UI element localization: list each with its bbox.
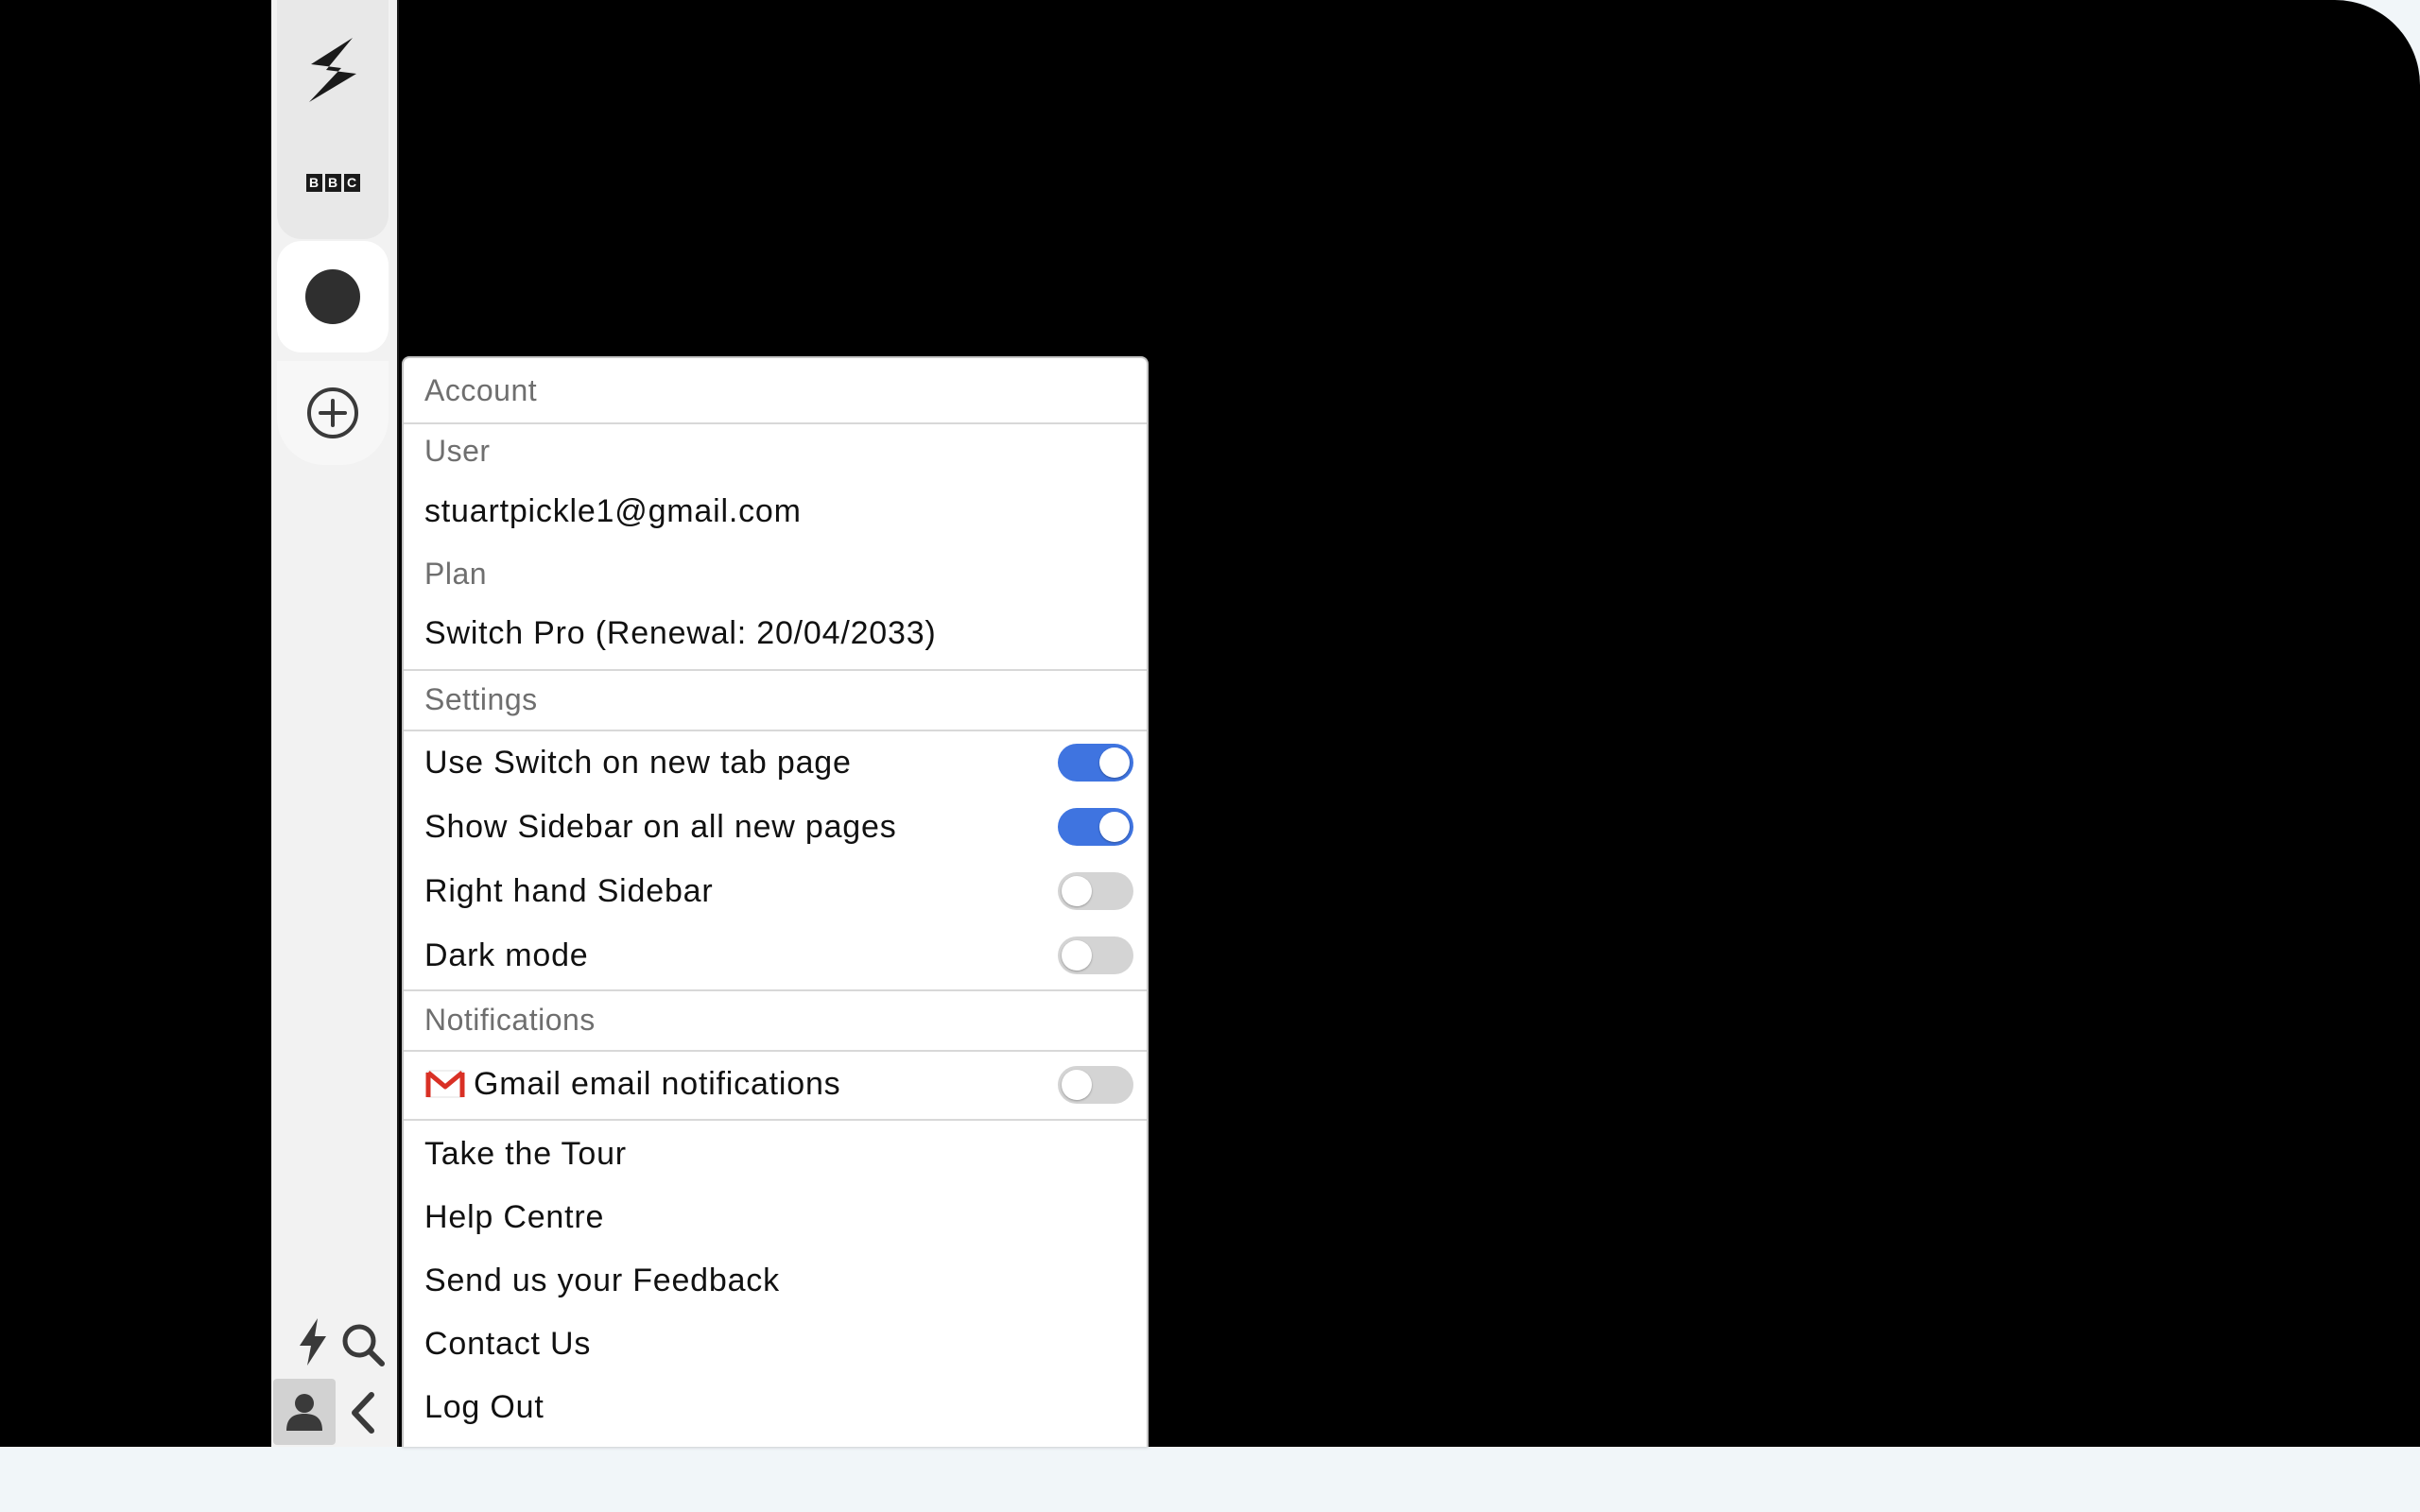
setting-dark-mode-label: Dark mode bbox=[424, 936, 589, 973]
plan-label: Plan bbox=[424, 556, 488, 591]
sidebar-app-bbc[interactable]: B B C bbox=[277, 140, 389, 225]
setting-new-tab-toggle[interactable] bbox=[1058, 744, 1133, 782]
sidebar-app-switch[interactable] bbox=[277, 23, 389, 117]
setting-new-tab-label: Use Switch on new tab page bbox=[424, 744, 852, 781]
sidebar-active-tab[interactable] bbox=[277, 241, 389, 352]
user-label: User bbox=[424, 433, 491, 468]
contact-us-link[interactable]: Contact Us bbox=[404, 1318, 1147, 1369]
toggle-knob bbox=[1062, 876, 1092, 906]
gmail-notifications-label: Gmail email notifications bbox=[474, 1065, 841, 1102]
setting-sidebar-all-pages-toggle[interactable] bbox=[1058, 808, 1133, 846]
notifications-header: Notifications bbox=[424, 1002, 596, 1037]
toggle-knob bbox=[1099, 812, 1130, 842]
setting-dark-mode-toggle[interactable] bbox=[1058, 936, 1133, 974]
app-group: B B C bbox=[277, 0, 389, 239]
user-icon bbox=[286, 1394, 322, 1431]
setting-sidebar-all-pages-label: Show Sidebar on all new pages bbox=[424, 808, 897, 845]
toggle-knob bbox=[1062, 1070, 1092, 1100]
log-out-link[interactable]: Log Out bbox=[404, 1382, 1147, 1433]
bbc-letter: C bbox=[343, 173, 360, 192]
divider bbox=[404, 422, 1147, 424]
sidebar: B B C bbox=[271, 0, 399, 1447]
account-menu: Account User stuartpickle1@gmail.com Pla… bbox=[402, 356, 1149, 1447]
toggle-knob bbox=[1062, 940, 1092, 971]
divider bbox=[404, 989, 1147, 991]
account-button[interactable] bbox=[273, 1379, 336, 1445]
take-tour-link[interactable]: Take the Tour bbox=[404, 1128, 1147, 1179]
add-app-button[interactable] bbox=[277, 361, 389, 465]
feedback-link[interactable]: Send us your Feedback bbox=[404, 1255, 1147, 1306]
search-icon bbox=[342, 1324, 385, 1366]
collapse-sidebar-button[interactable] bbox=[339, 1385, 387, 1440]
divider bbox=[404, 1050, 1147, 1052]
gmail-notifications-toggle[interactable] bbox=[1058, 1066, 1133, 1104]
gmail-notifications-row: Gmail email notifications bbox=[404, 1060, 1147, 1108]
switch-logo-icon bbox=[309, 38, 356, 102]
help-centre-link[interactable]: Help Centre bbox=[404, 1192, 1147, 1243]
toggle-knob bbox=[1099, 747, 1130, 778]
bbc-letter: B bbox=[305, 173, 322, 192]
divider bbox=[404, 1119, 1147, 1121]
user-email: stuartpickle1@gmail.com bbox=[424, 492, 802, 529]
chevron-left-icon bbox=[352, 1392, 374, 1434]
dark-dot-icon bbox=[305, 269, 360, 324]
divider bbox=[404, 730, 1147, 731]
bbc-logo-icon: B B C bbox=[305, 173, 360, 192]
search-button[interactable] bbox=[336, 1317, 390, 1372]
gmail-icon bbox=[424, 1069, 466, 1099]
settings-header: Settings bbox=[424, 681, 538, 716]
plus-circle-icon bbox=[307, 387, 358, 438]
divider bbox=[404, 669, 1147, 671]
plan-value: Switch Pro (Renewal: 20/04/2033) bbox=[424, 614, 937, 651]
setting-right-sidebar-label: Right hand Sidebar bbox=[424, 872, 714, 909]
bbc-letter: B bbox=[324, 173, 341, 192]
account-header: Account bbox=[424, 372, 538, 407]
lightning-icon bbox=[300, 1318, 326, 1366]
lightning-button[interactable] bbox=[285, 1314, 341, 1370]
setting-right-sidebar-toggle[interactable] bbox=[1058, 872, 1133, 910]
